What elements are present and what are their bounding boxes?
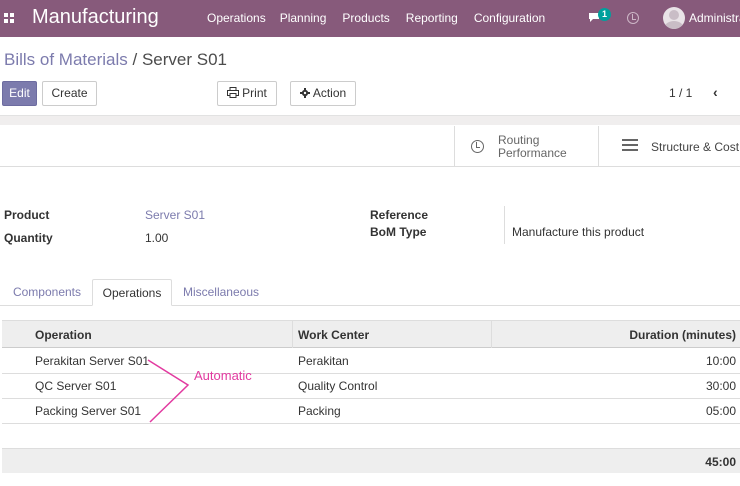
main-menu: Operations Planning Products Reporting C…: [207, 11, 561, 25]
operation-cell: Perakitan Server S01: [35, 354, 150, 368]
annotation-arrow-icon: [147, 359, 190, 423]
create-button[interactable]: Create: [42, 81, 97, 106]
menu-configuration[interactable]: Configuration: [474, 11, 545, 25]
duration-cell: 05:00: [705, 404, 736, 418]
chat-count-badge: 1: [598, 8, 612, 21]
duration-cell: 10:00: [705, 354, 736, 368]
print-button[interactable]: Print: [217, 81, 277, 106]
work-center-cell: Quality Control: [298, 379, 378, 393]
pager-value[interactable]: 1 / 1: [669, 86, 692, 100]
app-title[interactable]: Manufacturing: [32, 6, 159, 29]
menu-products[interactable]: Products: [342, 11, 389, 25]
tab-components[interactable]: Components: [4, 279, 90, 306]
print-icon: [227, 87, 240, 98]
menu-operations[interactable]: Operations: [207, 11, 266, 25]
edit-button[interactable]: Edit: [2, 81, 37, 106]
column-work-center[interactable]: Work Center: [298, 328, 369, 342]
table-footer: 45:00: [2, 448, 740, 473]
operation-cell: QC Server S01: [35, 379, 117, 393]
clock-icon: [471, 140, 484, 153]
breadcrumb-separator: /: [127, 50, 142, 69]
user-avatar[interactable]: [663, 7, 685, 29]
work-center-cell: Packing: [298, 404, 341, 418]
menu-reporting[interactable]: Reporting: [406, 11, 458, 25]
menu-planning[interactable]: Planning: [280, 11, 327, 25]
routing-label-line2: Performance: [498, 146, 567, 160]
bars-icon: [622, 139, 638, 152]
tab-miscellaneous[interactable]: Miscellaneous: [172, 279, 270, 306]
work-center-cell: Perakitan: [298, 354, 349, 368]
column-duration[interactable]: Duration (minutes): [629, 328, 736, 342]
quantity-label: Quantity: [4, 231, 53, 245]
user-menu[interactable]: Administrator: [689, 11, 740, 25]
quantity-value: 1.00: [145, 231, 169, 245]
sheet-divider: [0, 115, 740, 125]
table-row[interactable]: Perakitan Server S01 Perakitan 10:00: [2, 349, 740, 374]
smart-button-box: Routing Performance Structure & Cost: [0, 126, 740, 167]
annotation-label: Automatic: [194, 368, 252, 383]
structure-cost-label: Structure & Cost: [651, 140, 740, 154]
action-label: Action: [312, 86, 347, 100]
routing-performance-label: Routing Performance: [498, 134, 567, 160]
column-operation[interactable]: Operation: [35, 328, 92, 342]
breadcrumb: Bills of Materials / Server S01: [4, 50, 227, 70]
breadcrumb-bills-of-materials[interactable]: Bills of Materials: [4, 50, 128, 69]
reference-label: Reference: [370, 208, 429, 222]
column-divider: [491, 321, 492, 348]
table-row[interactable]: QC Server S01 Quality Control 30:00: [2, 374, 740, 399]
activity-clock-icon[interactable]: [627, 12, 639, 24]
structure-cost-button[interactable]: Structure & Cost: [598, 126, 740, 166]
field-separator: [504, 206, 505, 244]
breadcrumb-current: Server S01: [141, 50, 227, 69]
duration-cell: 30:00: [705, 379, 736, 393]
action-button[interactable]: Action: [290, 81, 356, 106]
column-divider: [292, 321, 293, 348]
apps-menu-icon[interactable]: [4, 13, 14, 23]
gear-icon: [299, 88, 310, 98]
routing-performance-button[interactable]: Routing Performance: [454, 126, 598, 166]
bom-type-label: BoM Type: [370, 225, 427, 239]
print-label: Print: [242, 86, 267, 100]
table-row[interactable]: Packing Server S01 Packing 05:00: [2, 399, 740, 424]
table-header: Operation Work Center Duration (minutes): [2, 320, 740, 348]
product-label: Product: [4, 208, 50, 222]
tab-operations[interactable]: Operations: [92, 279, 172, 306]
duration-total: 45:00: [705, 455, 736, 469]
bom-type-value: Manufacture this product: [512, 225, 645, 239]
product-value[interactable]: Server S01: [145, 208, 205, 222]
operation-cell: Packing Server S01: [35, 404, 142, 418]
pager-previous-icon[interactable]: ‹: [713, 84, 718, 100]
top-navbar: Manufacturing Operations Planning Produc…: [0, 0, 740, 37]
